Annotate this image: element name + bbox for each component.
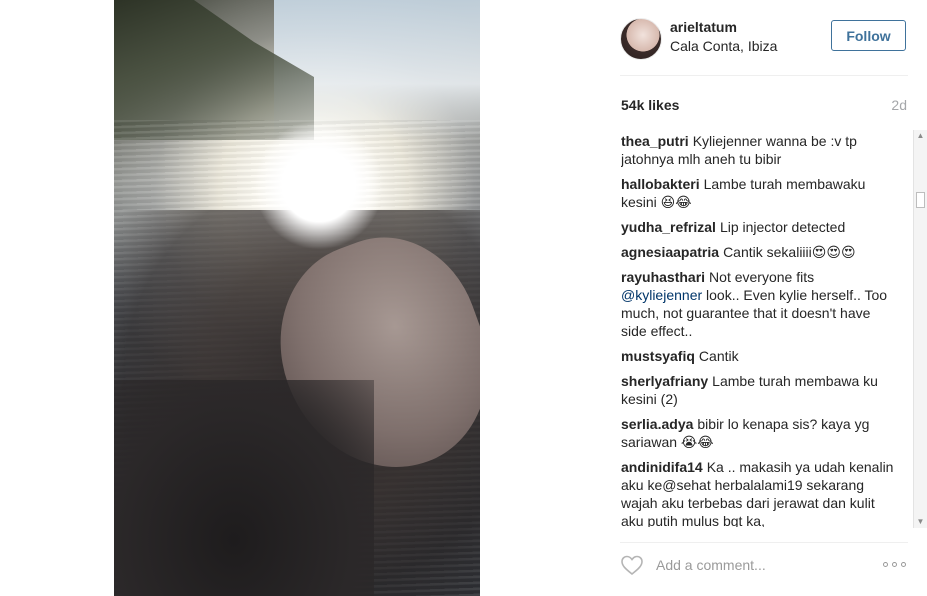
more-dot bbox=[892, 562, 897, 567]
comment-username[interactable]: serlia.adya bbox=[621, 416, 693, 432]
scroll-up-arrow-icon[interactable]: ▲ bbox=[914, 130, 927, 142]
comment-username[interactable]: hallobakteri bbox=[621, 176, 700, 192]
heart-icon[interactable] bbox=[620, 553, 644, 577]
post-header: arieltatum Cala Conta, Ibiza Follow bbox=[600, 0, 927, 75]
comment-username[interactable]: agnesiaapatria bbox=[621, 244, 719, 260]
follow-button[interactable]: Follow bbox=[831, 20, 906, 51]
comment-username[interactable]: thea_putri bbox=[621, 133, 689, 149]
comment-username[interactable]: yudha_refrizal bbox=[621, 219, 716, 235]
more-options-icon[interactable] bbox=[883, 556, 909, 572]
photo-sunburst bbox=[254, 120, 384, 250]
footer-divider bbox=[620, 542, 908, 543]
comment-text: Not everyone fits bbox=[709, 269, 815, 285]
add-comment-input[interactable] bbox=[656, 556, 866, 574]
comment-item: yudha_refrizal Lip injector detected bbox=[621, 218, 897, 236]
avatar[interactable] bbox=[620, 18, 662, 60]
comment-item: serlia.adya bibir lo kenapa sis? kaya yg … bbox=[621, 415, 897, 451]
scroll-down-arrow-icon[interactable]: ▼ bbox=[914, 516, 927, 528]
post-side-panel: arieltatum Cala Conta, Ibiza Follow 54k … bbox=[600, 0, 927, 596]
comment-item: andinidifa14 Ka .. makasih ya udah kenali… bbox=[621, 458, 897, 527]
comment-item: agnesiaapatria Cantik sekaliiii😍😍😍 bbox=[621, 243, 897, 261]
post-photo[interactable] bbox=[114, 0, 480, 596]
comment-username[interactable]: andinidifa14 bbox=[621, 459, 703, 475]
comment-username[interactable]: sherlyafriany bbox=[621, 373, 708, 389]
post-time-ago[interactable]: 2d bbox=[891, 97, 907, 113]
comment-item: thea_putri Kyliejenner wanna be :v tp jat… bbox=[621, 132, 897, 168]
post-username[interactable]: arieltatum bbox=[670, 19, 737, 35]
more-dot bbox=[883, 562, 888, 567]
comment-text: Lip injector detected bbox=[719, 219, 846, 235]
comments-scrollbar[interactable]: ▲ ▼ bbox=[913, 130, 927, 528]
comment-item: sherlyafriany Lambe turah membawa ku kesi… bbox=[621, 372, 897, 408]
comment-item: rayuhasthari Not everyone fits @kyliejenne… bbox=[621, 268, 897, 340]
comment-text: Cantik bbox=[698, 348, 739, 364]
comment-username[interactable]: mustsyafiq bbox=[621, 348, 695, 364]
comment-item: mustsyafiq Cantik bbox=[621, 347, 897, 365]
header-divider bbox=[620, 75, 908, 76]
comments-list: thea_putri Kyliejenner wanna be :v tp jat… bbox=[621, 132, 897, 527]
comment-username[interactable]: rayuhasthari bbox=[621, 269, 705, 285]
comment-item: hallobakteri Lambe turah membawaku kesini… bbox=[621, 175, 897, 211]
likes-count[interactable]: 54k likes bbox=[621, 97, 679, 113]
scrollbar-thumb[interactable] bbox=[916, 192, 925, 208]
more-dot bbox=[901, 562, 906, 567]
comment-mention-link[interactable]: @kyliejenner bbox=[621, 287, 702, 303]
comment-text: Cantik sekaliiii😍😍😍 bbox=[723, 244, 856, 260]
photo-body bbox=[114, 380, 374, 596]
post-location[interactable]: Cala Conta, Ibiza bbox=[670, 38, 777, 54]
